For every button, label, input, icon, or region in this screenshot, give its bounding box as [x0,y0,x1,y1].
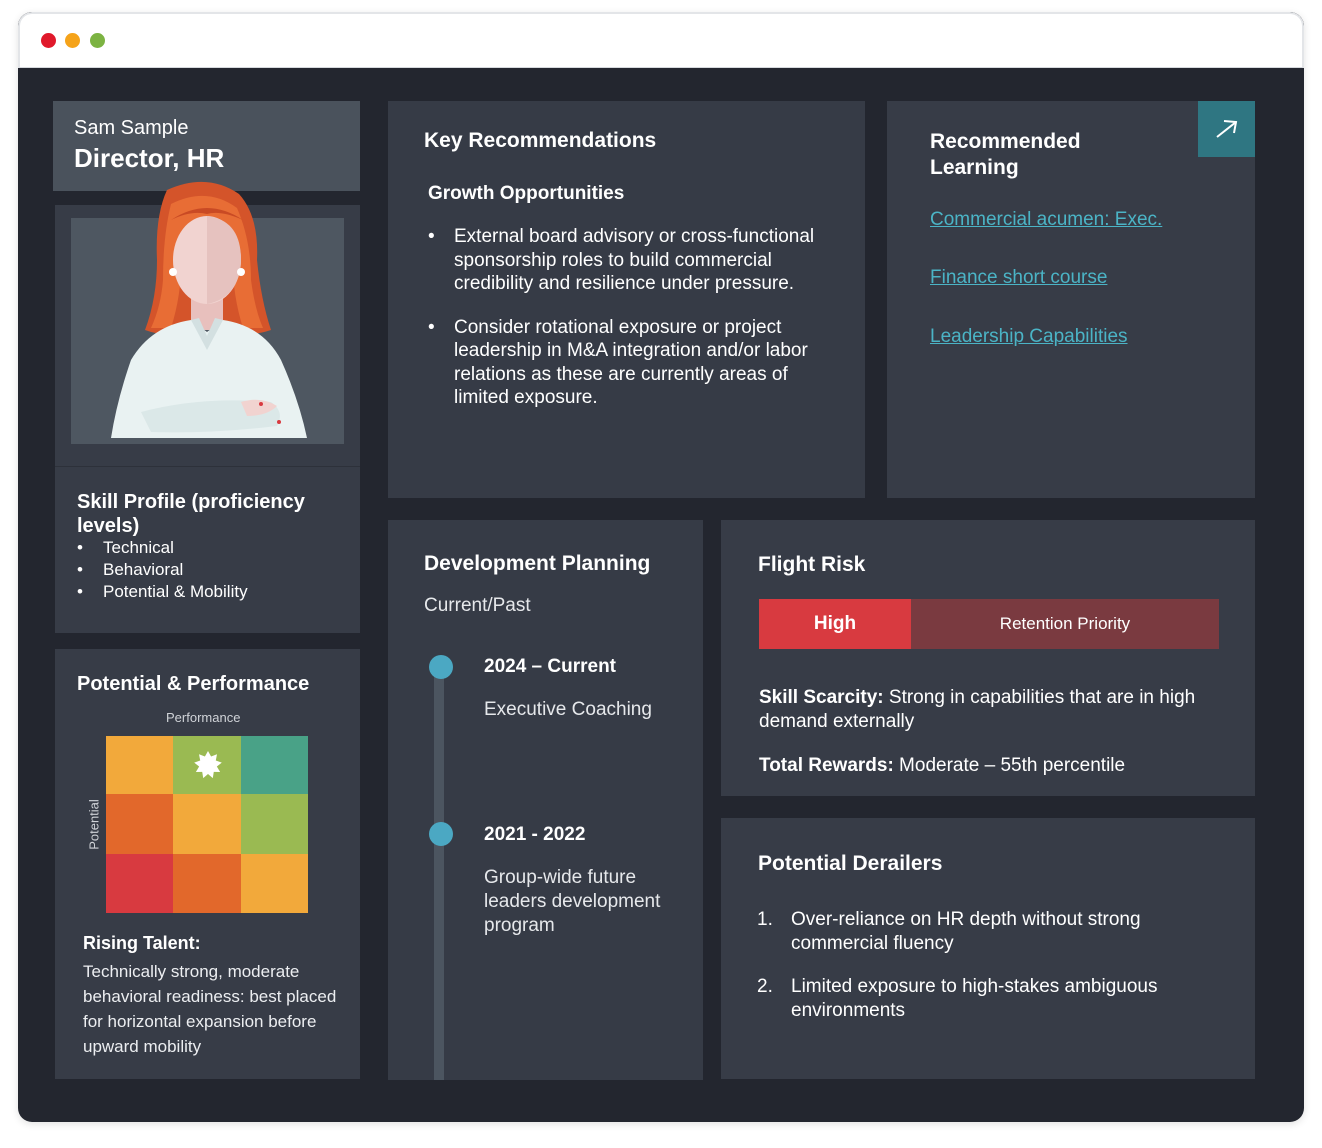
window-titlebar [18,12,1304,68]
rising-talent-title: Rising Talent: [83,933,201,953]
total-rewards-label: Total Rewards: [759,755,894,776]
flight-risk-card: Flight Risk High Retention Priority Skil… [721,520,1255,796]
nine-box-cell [241,854,308,913]
derailer-text: Limited exposure to high-stakes ambiguou… [791,976,1158,1021]
derailer-item: 2. Limited exposure to high-stakes ambigu… [757,975,1227,1023]
retention-priority-label: Retention Priority [911,599,1219,649]
learning-link-leadership[interactable]: Leadership Capabilities [930,326,1128,348]
browser-window: Sam Sample Director, HR Skill Profile (p… [18,12,1304,1122]
flight-risk-title: Flight Risk [758,553,866,576]
recommendation-item: Consider rotational exposure or project … [428,316,828,410]
timeline-node [429,822,453,846]
key-recommendations-card: Key Recommendations Growth Opportunities… [388,101,865,498]
skill-item-behavioral: Behavioral [77,559,248,581]
derailers-list: 1. Over-reliance on HR depth without stro… [757,908,1227,1042]
flight-risk-level: High [759,599,911,649]
timeline-period: 2024 – Current [484,656,617,677]
close-window-button[interactable] [41,33,56,48]
avatar-illustration [111,181,307,438]
total-rewards-value: Moderate – 55th percentile [893,755,1126,776]
key-recommendations-title: Key Recommendations [424,129,657,152]
derailer-number: 1. [757,909,773,930]
profile-divider [55,466,360,467]
nine-box-cell [106,736,173,794]
employee-role: Director, HR [74,143,225,173]
employee-name: Sam Sample [74,117,189,139]
skill-profile-list: Technical Behavioral Potential & Mobilit… [77,537,248,603]
potential-derailers-title: Potential Derailers [758,852,943,875]
skill-item-technical: Technical [77,537,248,559]
nine-box-cell [173,854,241,913]
potential-axis-label: Potential [86,799,102,850]
derailer-text: Over-reliance on HR depth without strong… [791,909,1141,954]
derailer-item: 1. Over-reliance on HR depth without stro… [757,908,1227,956]
potential-performance-card: Potential & Performance Performance Pote… [55,649,360,1079]
maximize-window-button[interactable] [90,33,105,48]
recommended-learning-card: Recommended Learning Commercial acumen: … [887,101,1255,498]
star-burst-icon [194,751,222,779]
skill-scarcity-label: Skill Scarcity: [759,687,884,708]
learning-link-finance-course[interactable]: Finance short course [930,267,1107,289]
learning-link-commercial-acumen[interactable]: Commercial acumen: Exec. [930,209,1162,231]
total-rewards-text: Total Rewards: Moderate – 55th percentil… [759,754,1219,778]
open-learning-button[interactable] [1198,101,1255,157]
minimize-window-button[interactable] [65,33,80,48]
timeline-period: 2021 - 2022 [484,824,586,845]
development-planning-title: Development Planning [424,552,651,575]
growth-opportunities-subtitle: Growth Opportunities [428,183,625,204]
potential-derailers-card: Potential Derailers 1. Over-reliance on H… [721,818,1255,1079]
flight-risk-bar: High Retention Priority [759,599,1219,649]
profile-card: Skill Profile (proficiency levels) Techn… [55,181,360,633]
timeline-track [434,668,444,1080]
recommended-learning-title: Recommended Learning [930,130,1081,179]
skill-item-potential-mobility: Potential & Mobility [77,581,248,603]
timeline-description: Executive Coaching [484,699,652,720]
timeline-node [429,655,453,679]
potential-performance-title: Potential & Performance [77,673,310,695]
external-link-arrow-icon [1215,120,1237,138]
nine-box-cell [173,736,241,794]
nine-box-grid [106,736,308,913]
skill-profile-title: Skill Profile (proficiency levels) [77,491,305,537]
skill-scarcity-text: Skill Scarcity: Strong in capabilities t… [759,686,1219,734]
nine-box-cell [241,736,308,794]
nine-box-cell [173,794,241,854]
profile-header: Sam Sample Director, HR [53,101,360,191]
development-planning-card: Development Planning Current/Past 2024 –… [388,520,703,1080]
derailer-number: 2. [757,976,773,997]
rising-talent-description: Technically strong, moderate behavioral … [83,962,337,1056]
development-planning-subtitle: Current/Past [424,595,531,616]
nine-box-cell [241,794,308,854]
recommendation-item: External board advisory or cross-functio… [428,225,828,296]
performance-axis-label: Performance [166,710,241,725]
nine-box-cell [106,854,173,913]
growth-opportunities-list: External board advisory or cross-functio… [428,225,828,430]
timeline-description: Group-wide future leaders development pr… [484,867,661,936]
nine-box-cell [106,794,173,854]
